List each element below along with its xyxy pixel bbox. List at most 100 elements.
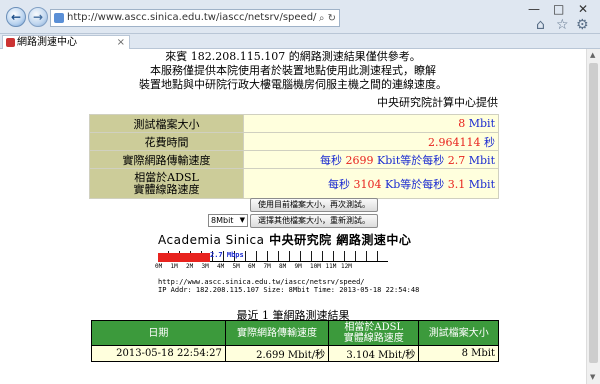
tick-label: 5M — [232, 263, 240, 270]
chevron-down-icon: ▼ — [239, 216, 245, 224]
site-favicon-icon — [54, 13, 64, 23]
scrollbar-thumb[interactable] — [589, 63, 598, 363]
tick-label: 12M — [341, 263, 352, 270]
favorites-button[interactable]: ☆ — [556, 17, 569, 33]
page-content: 來賓 182.208.115.107 的網路測速結果僅供參考。 本服務僅提供本院… — [0, 49, 586, 384]
intro-line-1: 來賓 182.208.115.107 的網路測速結果僅供參考。 — [165, 50, 421, 63]
retest-button[interactable]: 使用目前檔案大小，再次測試。 — [250, 198, 378, 212]
speed-prefix-2: 每秒 — [422, 153, 445, 167]
browser-toolbar: ← → http://www.ascc.sinica.edu.tw/iascc/… — [0, 0, 600, 34]
history-table: 日期 實際網路傳輸速度 相當於ADSL 實體線路速度 測試檔案大小 2013-05-18… — [91, 320, 499, 362]
address-url: http://www.ascc.sinica.edu.tw/iascc/nets… — [67, 12, 317, 23]
tick-label: 9M — [294, 263, 302, 270]
size-label: 測試檔案大小 — [89, 114, 244, 133]
speed-mid: Kbit等於 — [377, 153, 423, 167]
intro-text: 來賓 182.208.115.107 的網路測速結果僅供參考。 本服務僅提供本院… — [0, 49, 586, 92]
minimize-button[interactable]: — — [528, 2, 540, 16]
tick-label: 7M — [263, 263, 271, 270]
speed-mbit: 2.7 — [447, 153, 466, 167]
tab-speed-center[interactable]: 網路測速中心 × — [2, 35, 130, 49]
graph-title-en: Academia Sinica — [158, 233, 265, 247]
tab-title: 網路測速中心 — [17, 37, 77, 48]
table-row: 實際網路傳輸速度 每秒 2699 Kbit等於每秒 2.7 Mbit — [89, 150, 499, 169]
scroll-up-icon[interactable]: ▲ — [590, 51, 595, 59]
graph-info: http://www.ascc.sinica.edu.tw/iascc/nets… — [158, 278, 419, 294]
tick-label: 11M — [325, 263, 337, 270]
history-cell: 8 Mbit — [418, 345, 499, 362]
vertical-scrollbar[interactable]: ▲ ▼ — [586, 49, 600, 384]
tab-close-icon[interactable]: × — [117, 36, 125, 49]
speed-bar-value: 2.7 Mbps — [210, 251, 244, 259]
select-value: 8Mbit — [211, 216, 234, 225]
speed-value-cell: 每秒 2699 Kbit等於每秒 2.7 Mbit — [243, 150, 499, 169]
forward-icon: → — [32, 10, 44, 24]
maximize-icon: □ — [553, 2, 565, 16]
home-button[interactable]: ⌂ — [536, 17, 545, 33]
tick-label: 1M — [170, 263, 178, 270]
tick-label: 6M — [248, 263, 256, 270]
size-unit: Mbit — [468, 117, 495, 130]
adsl-mbit: 3.1 — [447, 177, 466, 191]
speed-kbit: 2699 — [345, 153, 374, 167]
tick-label: 10M — [310, 263, 321, 270]
speed-unit: Mbit — [468, 153, 495, 167]
intro-line-3: 裝置地點與中研院行政大樓電腦機房伺服主機之間的連線速度。 — [139, 78, 447, 91]
graph-url: http://www.ascc.sinica.edu.tw/iascc/nets… — [158, 278, 365, 286]
results-table: 測試檔案大小 8 Mbit 花費時間 2.964114 秒 實際網路傳輸速度 每… — [89, 114, 499, 199]
table-row: 花費時間 2.964114 秒 — [89, 132, 499, 151]
time-label: 花費時間 — [89, 132, 244, 151]
back-icon: ← — [10, 10, 22, 24]
speed-label: 實際網路傳輸速度 — [89, 150, 244, 169]
speed-bar-fill — [158, 253, 210, 262]
history-header-cell: 測試檔案大小 — [418, 320, 499, 346]
speed-scale-ticks: 0M 1M 2M 3M 4M 5M 6M 7M 8M 9M 10M 11M 12M — [155, 263, 357, 270]
time-value: 2.964114 — [428, 135, 481, 149]
tick-label: 8M — [279, 263, 287, 270]
graph-title-zh: 中央研究院 網路測速中心 — [269, 233, 412, 247]
size-value: 8 — [458, 117, 466, 130]
retest-other-size-button[interactable]: 選擇其他檔案大小，重新測試。 — [250, 214, 378, 228]
graph-ip-info: IP Addr: 182.208.115.107 Size: 8Mbit Tim… — [158, 286, 420, 294]
gear-icon: ⚙ — [576, 17, 589, 33]
tick-label: 3M — [201, 263, 209, 270]
adsl-kb: 3104 — [353, 177, 382, 191]
adsl-prefix-2: 每秒 — [422, 177, 445, 191]
history-cell: 2013-05-18 22:54:27 — [91, 345, 226, 362]
history-header-cell: 日期 — [91, 320, 226, 346]
history-header-row: 日期 實際網路傳輸速度 相當於ADSL 實體線路速度 測試檔案大小 — [91, 320, 499, 346]
adsl-unit: Mbit — [468, 177, 495, 191]
time-value-cell: 2.964114 秒 — [243, 132, 499, 151]
home-icon: ⌂ — [536, 17, 545, 33]
tick-label: 4M — [217, 263, 225, 270]
adsl-value-cell: 每秒 3104 Kb等於每秒 3.1 Mbit — [243, 168, 499, 199]
table-row: 相當於ADSL 實體線路速度 每秒 3104 Kb等於每秒 3.1 Mbit — [89, 168, 499, 199]
history-header-cell: 實際網路傳輸速度 — [224, 320, 330, 346]
history-cell: 3.104 Mbit/秒 — [328, 345, 420, 362]
browser-window: ← → http://www.ascc.sinica.edu.tw/iascc/… — [0, 0, 600, 384]
close-icon: ✕ — [578, 2, 589, 16]
history-body: 2013-05-18 22:54:27 2.699 Mbit/秒 3.104 Mbi… — [91, 345, 499, 362]
address-bar[interactable]: http://www.ascc.sinica.edu.tw/iascc/nets… — [50, 9, 340, 27]
settings-button[interactable]: ⚙ — [576, 17, 589, 33]
tick-label: 2M — [186, 263, 194, 270]
address-controls[interactable]: ⌕ ↻ — [318, 11, 336, 26]
table-row: 2013-05-18 22:54:27 2.699 Mbit/秒 3.104 Mbi… — [91, 345, 499, 362]
history-cell: 2.699 Mbit/秒 — [224, 345, 330, 362]
minimize-icon: — — [528, 2, 540, 16]
tick-label: 0M — [155, 263, 163, 270]
forward-button[interactable]: → — [28, 7, 48, 27]
maximize-button[interactable]: □ — [553, 2, 564, 16]
provider-text: 中央研究院計算中心提供 — [377, 96, 498, 109]
back-button[interactable]: ← — [6, 7, 26, 27]
table-row: 測試檔案大小 8 Mbit — [89, 114, 499, 133]
graph-logo: Academia Sinica 中央研究院 網路測速中心 — [158, 231, 428, 248]
adsl-label-2: 實體線路速度 — [133, 182, 200, 196]
close-window-button[interactable]: ✕ — [578, 2, 588, 16]
star-icon: ☆ — [556, 17, 569, 33]
tab-favicon-icon — [6, 38, 15, 47]
scroll-down-icon[interactable]: ▼ — [590, 373, 595, 381]
graph-title: Academia Sinica 中央研究院 網路測速中心 — [158, 231, 428, 248]
file-size-select[interactable]: 8Mbit ▼ — [208, 214, 248, 227]
size-value-cell: 8 Mbit — [243, 114, 499, 133]
search-icon: ⌕ — [318, 13, 325, 24]
